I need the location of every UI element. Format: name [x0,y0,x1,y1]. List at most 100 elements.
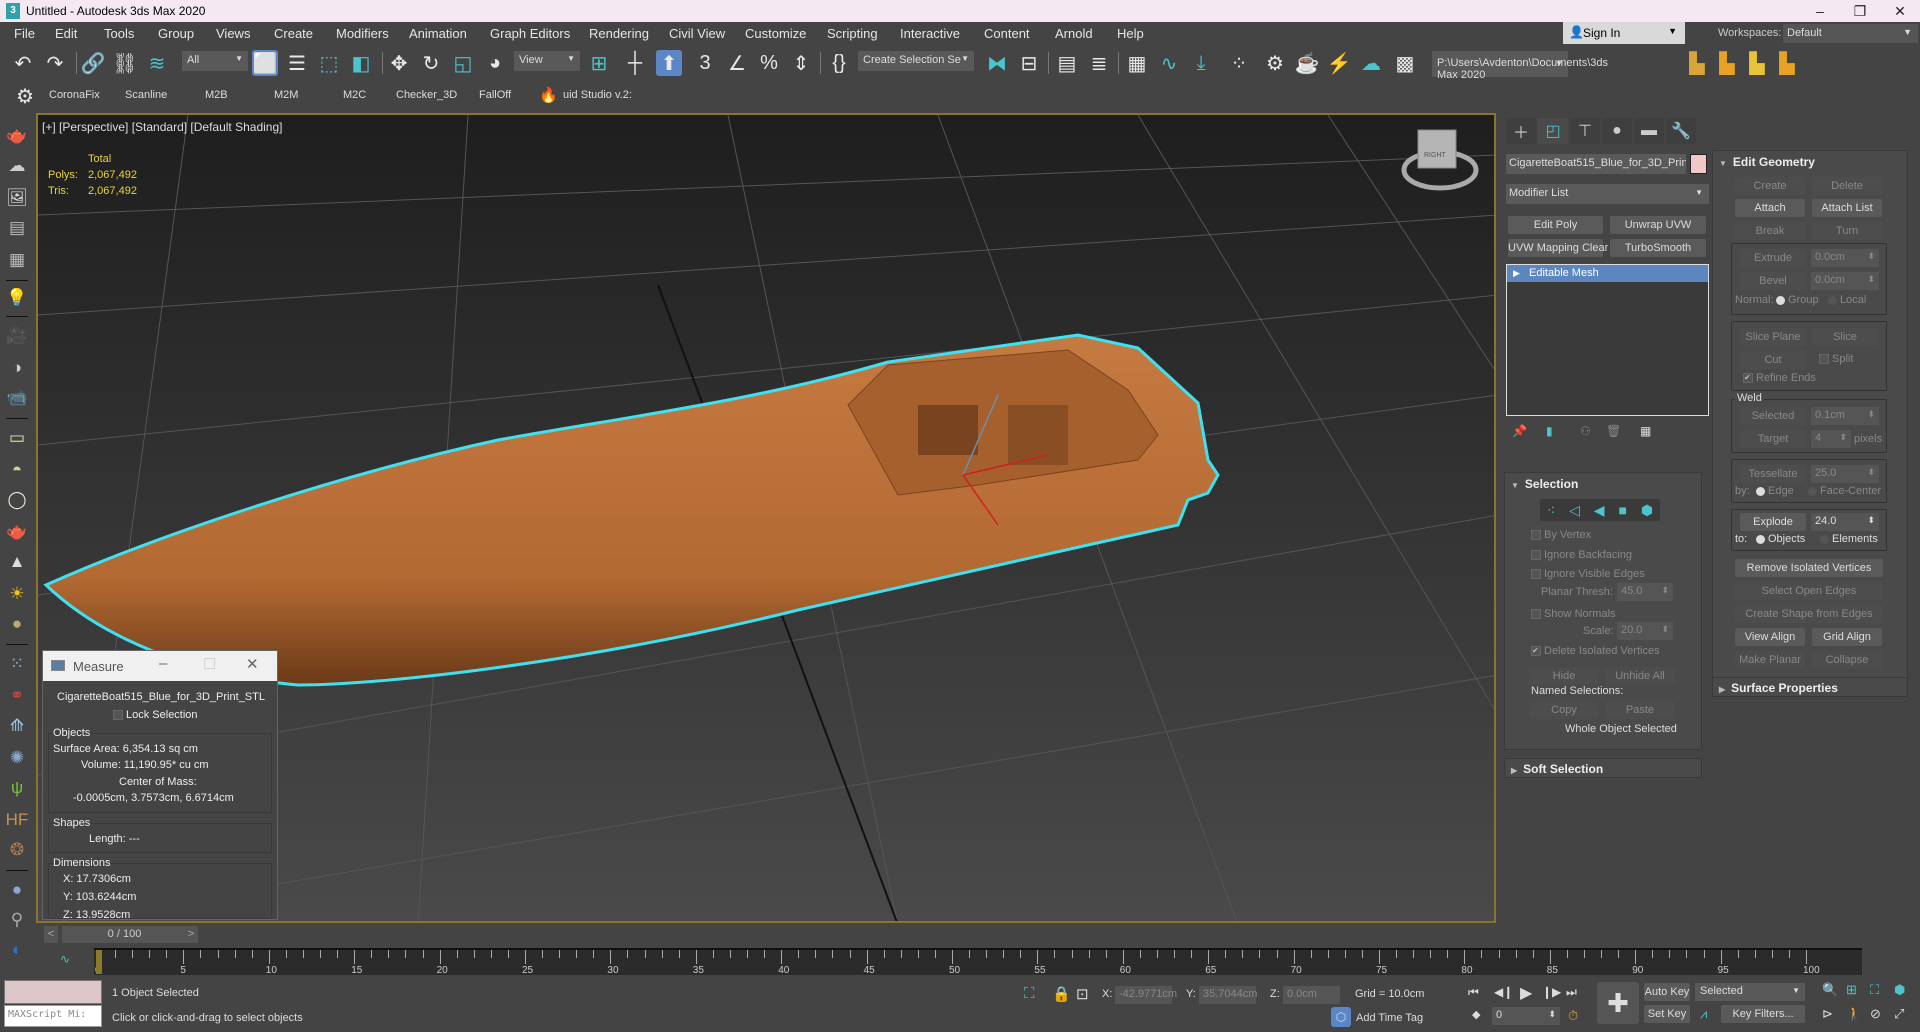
tab-hierarchy[interactable]: ⊤ [1570,118,1600,144]
selection-filter-dropdown[interactable]: All ▼ [182,51,248,71]
time-configuration-icon[interactable]: ⏱ [1568,1008,1578,1024]
edit-poly-button[interactable]: Edit Poly [1508,216,1603,234]
configure-modifier-sets-icon[interactable]: ▦ [1640,424,1651,438]
rendered-frame-window-icon[interactable]: ⚡ [1326,50,1352,76]
align-icon[interactable]: ⊟ [1016,50,1042,76]
make-unique-icon[interactable]: ⚇ [1580,424,1591,438]
project-structure-icon[interactable]: ▙ [1774,50,1800,76]
zoom-icon[interactable]: 🔍 [1822,982,1838,998]
menu-group[interactable]: Group [158,26,194,41]
render-production-icon[interactable]: ☁ [1358,50,1384,76]
keyboard-shortcut-override-icon[interactable]: ⬆ [656,50,682,76]
attach-list-button[interactable]: Attach List [1812,199,1882,217]
toolbar-item-m2c[interactable]: M2C [343,89,366,101]
field-of-view-icon[interactable]: ⊳ [1822,1006,1833,1022]
maxscript-listener-input[interactable]: MAXScript Mi: [4,1005,102,1027]
window-crossing-icon[interactable]: ◧ [348,50,374,76]
restore-icon[interactable]: ❐ [1840,1,1880,21]
material-sphere-icon[interactable]: ● [4,878,30,902]
hair-farm-icon[interactable]: HF [4,808,30,832]
uvw-mapping-clear-button[interactable]: UVW Mapping Clear [1508,239,1608,257]
sun-icon[interactable]: ☀ [4,582,30,606]
teapot-icon[interactable]: 🫖 [4,124,30,148]
key-filters-button[interactable]: Key Filters... [1721,1005,1805,1023]
toggle-ribbon-icon[interactable]: ▦ [1124,50,1150,76]
pin-stack-icon[interactable]: 📌 [1512,424,1527,438]
layer-explorer-icon[interactable]: ≣ [1086,50,1112,76]
add-time-tag-button[interactable]: Add Time Tag [1356,1012,1423,1024]
extrude-button[interactable]: Extrude [1740,249,1806,267]
lock-selection-checkbox[interactable]: Lock Selection [113,709,198,721]
menu-scripting[interactable]: Scripting [827,26,878,41]
normals-scale-spinner[interactable]: 20.0 ⬍ [1617,622,1673,640]
toolbar-item-checker-3d[interactable]: Checker_3D [396,89,457,101]
coord-y-field[interactable]: 35.7044cm [1199,986,1257,1004]
object-name-field[interactable]: CigaretteBoat515_Blue_for_3D_Prin [1506,154,1686,174]
menu-animation[interactable]: Animation [409,26,467,41]
tab-create[interactable]: ＋ [1506,118,1536,144]
menu-rendering[interactable]: Rendering [589,26,649,41]
delete-button[interactable]: Delete [1812,177,1882,195]
tessellate-edge-radio[interactable]: Edge [1753,485,1794,497]
current-frame-marker[interactable] [96,950,102,974]
mesh-light-icon[interactable]: 🫖 [4,520,30,544]
placement-icon[interactable]: ◕ [482,50,508,76]
select-by-name-icon[interactable]: ☰ [284,50,310,76]
create-shape-from-edges-button[interactable]: Create Shape from Edges [1735,605,1883,623]
paste-button[interactable]: Paste [1605,701,1675,719]
toolbar-item-coronafix[interactable]: CoronaFix [49,89,100,101]
fur-icon[interactable]: ✺ [4,746,30,770]
collapse-button[interactable]: Collapse [1812,651,1882,669]
schematic-view-icon[interactable]: ⁘ [1226,50,1252,76]
material-editor-icon[interactable]: ⚙ [1262,50,1288,76]
sign-in-dropdown[interactable]: 👤 Sign In ▼ [1563,22,1685,44]
camera-red-icon[interactable]: 📹 [4,386,30,410]
curve-editor-mini-icon[interactable]: ∿ [60,952,70,966]
scene-explorer-icon[interactable]: ▤ [1054,50,1080,76]
plane-light-icon[interactable]: ▭ [4,426,30,450]
remove-isolated-vertices-button[interactable]: Remove Isolated Vertices [1735,559,1883,577]
toolbar-item-scanline[interactable]: Scanline [125,89,167,101]
tab-utilities[interactable]: 🔧 [1666,118,1696,144]
toolbar-item-m2m[interactable]: M2M [274,89,298,101]
toolbar-item-fluid-studio[interactable]: uid Studio v.2: [563,89,632,101]
toolbar-item-falloff[interactable]: FallOff [479,89,511,101]
grass-icon[interactable]: ψ [4,776,30,800]
zoom-all-icon[interactable]: ⊞ [1846,982,1857,998]
undo-icon[interactable]: ↶ [10,50,36,76]
minimize-icon[interactable]: – [159,655,167,672]
edit-geometry-header[interactable]: ▼ Edit Geometry [1719,155,1815,169]
minimize-icon[interactable]: – [1800,1,1840,21]
select-manipulate-icon[interactable]: ┼ [622,50,648,76]
menu-file[interactable]: File [14,26,35,41]
break-button[interactable]: Break [1735,222,1805,240]
pivot-center-icon[interactable]: ⊞ [586,50,612,76]
absolute-mode-icon[interactable]: ⊡ [1076,985,1089,1003]
turbosmooth-button[interactable]: TurboSmooth [1610,239,1706,257]
orbit-icon[interactable]: ⊘ [1870,1006,1881,1022]
explode-objects-radio[interactable]: Objects [1753,533,1805,545]
default-in-out-tangents-icon[interactable]: ⩘ [1700,1006,1707,1022]
target-pixels-spinner[interactable]: 4 ⬍ [1811,430,1851,448]
polygon-icon[interactable]: ■ [1618,502,1626,518]
next-frame-arrow[interactable]: > [184,926,198,943]
tab-motion[interactable]: ● [1602,118,1632,144]
remove-modifier-icon[interactable]: 🗑 [1606,424,1621,438]
zoom-extents-icon[interactable]: ⛶ [1870,982,1879,998]
grid-align-button[interactable]: Grid Align [1812,628,1882,646]
hide-button[interactable]: Hide [1529,667,1599,685]
list-panel-icon[interactable]: ▤ [4,216,30,240]
displacement-icon[interactable]: ⟰ [4,714,30,738]
coord-z-field[interactable]: 0.0cm [1283,986,1340,1004]
create-button[interactable]: Create [1735,177,1805,195]
tab-modify[interactable]: ◰ [1538,118,1568,144]
spinner-snap-icon[interactable]: ⇕ [788,50,814,76]
menu-customize[interactable]: Customize [745,26,806,41]
ignore-visible-edges-checkbox[interactable]: Ignore Visible Edges [1531,568,1645,580]
viewport-label[interactable]: [+] [Perspective] [Standard] [Default Sh… [42,120,282,134]
render-in-cloud-icon[interactable]: ▩ [1392,50,1418,76]
workspace-select[interactable]: Default ▼ [1783,24,1918,43]
cloud-icon[interactable]: ☁ [4,154,30,178]
previous-key-icon[interactable]: ◀❙ [1494,985,1513,999]
menu-create[interactable]: Create [274,26,313,41]
